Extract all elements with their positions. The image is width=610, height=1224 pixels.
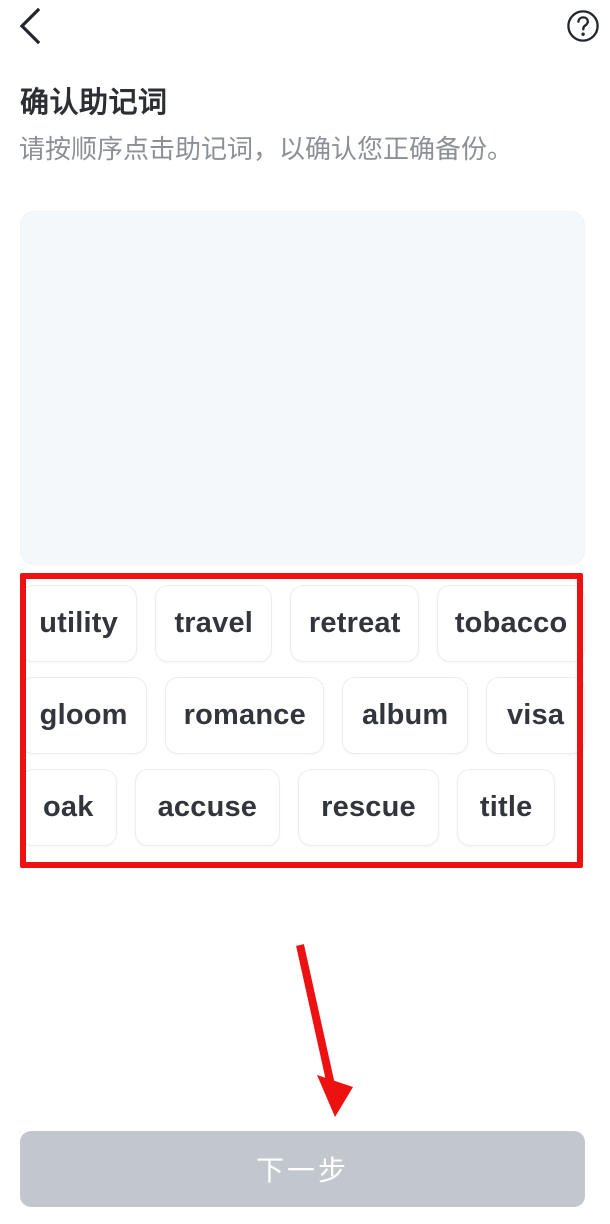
word-chip[interactable]: utility (20, 585, 138, 662)
question-circle-icon (566, 9, 600, 48)
word-chip[interactable]: tobacco (437, 585, 586, 662)
word-chip[interactable]: album (342, 677, 469, 754)
selected-mnemonic-dropzone[interactable] (20, 211, 585, 565)
word-chip[interactable]: gloom (20, 677, 148, 754)
word-chip[interactable]: travel (155, 585, 273, 662)
word-pool-row: utility travel retreat tobacco (20, 585, 586, 662)
mnemonic-word-pool: utility travel retreat tobacco gloom rom… (20, 585, 586, 861)
chevron-left-icon (17, 6, 43, 51)
next-step-button[interactable]: 下一步 (20, 1131, 585, 1207)
back-button[interactable] (4, 2, 56, 54)
word-chip[interactable]: rescue (298, 769, 439, 846)
word-chip[interactable]: visa (486, 677, 585, 754)
word-pool-row: gloom romance album visa (20, 677, 585, 754)
help-button[interactable] (557, 2, 609, 54)
word-chip[interactable]: oak (20, 769, 117, 846)
top-navigation-bar (0, 0, 610, 58)
word-pool-row: oak accuse rescue title (20, 769, 585, 846)
word-chip[interactable]: retreat (290, 585, 420, 662)
word-chip[interactable]: title (456, 769, 556, 846)
annotation-arrow (275, 935, 365, 1130)
page-title: 确认助记词 (20, 87, 168, 119)
word-chip[interactable]: accuse (134, 769, 281, 846)
page-subtitle: 请按顺序点击助记词，以确认您正确备份。 (19, 134, 514, 164)
word-chip[interactable]: romance (165, 677, 325, 754)
